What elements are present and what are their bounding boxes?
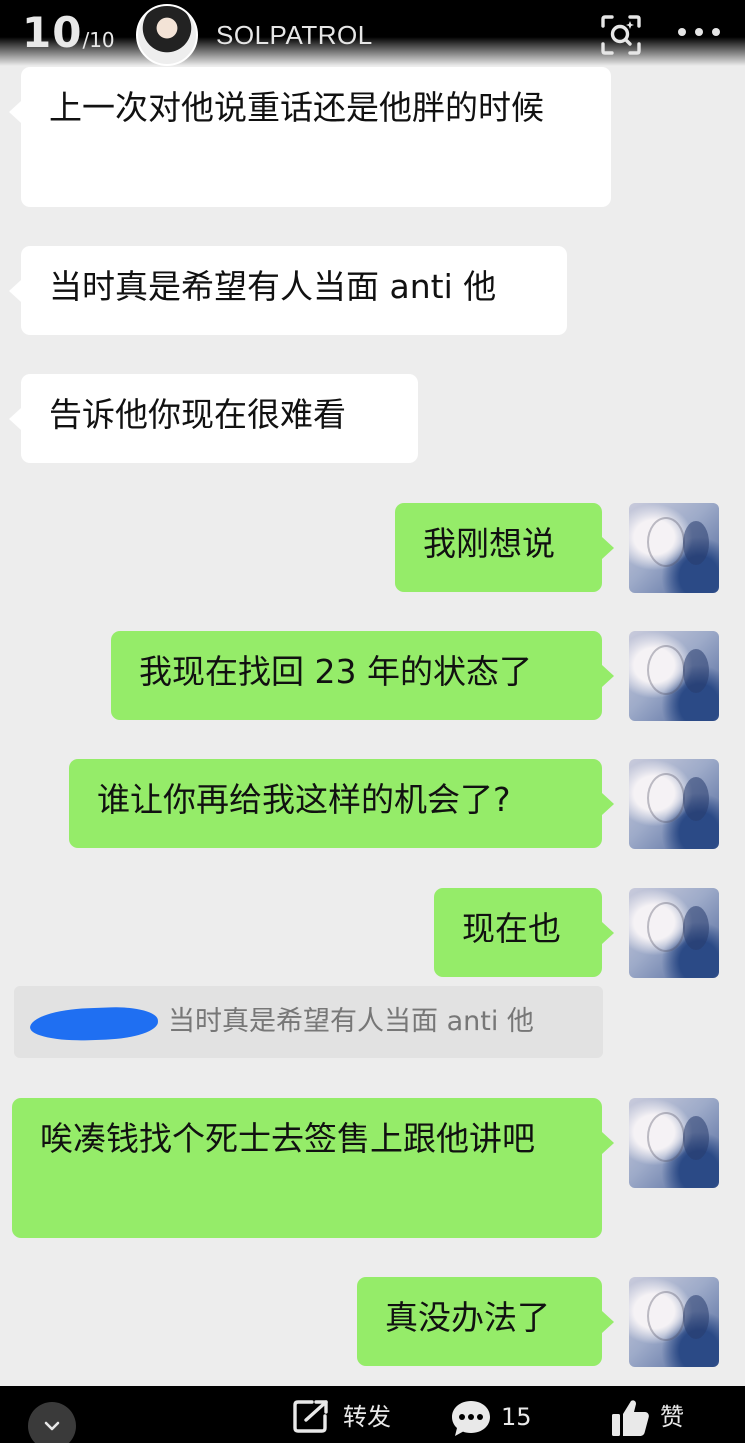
comment-icon[interactable] (449, 1398, 493, 1438)
my-avatar[interactable] (629, 759, 719, 849)
message-bubble-incoming[interactable]: 当时真是希望有人当面 anti 他 (9, 246, 567, 335)
message-bubble-outgoing[interactable]: 我现在找回 23 年的状态了 (111, 631, 614, 720)
message-bubble-outgoing[interactable]: 唉凑钱找个死士去签售上跟他讲吧 (12, 1098, 614, 1238)
more-dots-icon[interactable] (676, 22, 722, 42)
comment-count[interactable]: 15 (501, 1400, 532, 1434)
like-label[interactable]: 赞 (660, 1400, 684, 1434)
collapse-button[interactable] (28, 1402, 76, 1443)
redacted-name-scribble (29, 1005, 159, 1043)
author-avatar[interactable] (136, 4, 198, 66)
my-avatar[interactable] (629, 631, 719, 721)
scan-search-icon[interactable] (600, 14, 642, 56)
top-bar: 10/10 SOLPATROL (0, 0, 745, 66)
message-bubble-outgoing[interactable]: 现在也 (434, 888, 614, 977)
message-bubble-outgoing[interactable]: 真没办法了 (357, 1277, 614, 1366)
message-bubble-incoming[interactable]: 告诉他你现在很难看 (9, 374, 418, 463)
page-total: /10 (82, 28, 115, 52)
my-avatar[interactable] (629, 888, 719, 978)
message-bubble-outgoing[interactable]: 我刚想说 (395, 503, 614, 592)
thumbs-up-icon[interactable] (610, 1398, 650, 1438)
chevron-down-icon (44, 1421, 60, 1431)
my-avatar[interactable] (629, 503, 719, 593)
message-bubble-outgoing[interactable]: 谁让你再给我这样的机会了? (69, 759, 614, 848)
author-name[interactable]: SOLPATROL (216, 20, 373, 51)
forward-label[interactable]: 转发 (343, 1400, 391, 1434)
page-counter: 10/10 (22, 8, 115, 65)
page-current: 10 (22, 8, 83, 57)
my-avatar[interactable] (629, 1277, 719, 1367)
my-avatar[interactable] (629, 1098, 719, 1188)
quoted-message[interactable]: 当时真是希望有人当面 anti 他 (14, 986, 603, 1058)
message-bubble-incoming[interactable]: 上一次对他说重话还是他胖的时候 (9, 67, 611, 207)
quoted-text: 当时真是希望有人当面 anti 他 (168, 1006, 534, 1037)
share-icon[interactable] (292, 1398, 332, 1434)
bottom-action-bar: 转发 15 赞 (0, 1386, 745, 1443)
